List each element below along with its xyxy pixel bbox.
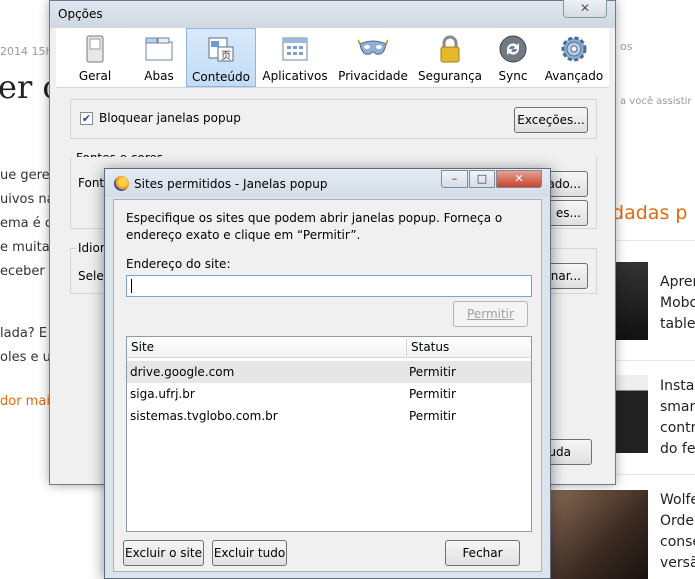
remove-all-button[interactable]: Excluir tudo bbox=[212, 540, 287, 566]
status-cell: Permitir bbox=[409, 365, 456, 379]
options-toolbar: Geral Abas 页 Conteúdo Aplicativos Privac… bbox=[56, 28, 609, 88]
column-header-site[interactable]: Site bbox=[131, 340, 154, 354]
block-popups-label: Bloquear janelas popup bbox=[99, 111, 241, 125]
article-text-line: lada? E bbox=[0, 326, 48, 341]
allowed-sites-dialog: Sites permitidos - Janelas popup – □ ✕ E… bbox=[104, 168, 551, 579]
article-text-line: uivos na bbox=[0, 192, 55, 207]
tab-abas[interactable]: Abas bbox=[131, 28, 187, 87]
exceptions-button[interactable]: Exceções... bbox=[514, 107, 588, 133]
article-link[interactable]: Instag smart contro do fe bbox=[660, 376, 695, 460]
tab-conteudo[interactable]: 页 Conteúdo bbox=[186, 28, 256, 87]
table-header: Site Status bbox=[127, 337, 531, 358]
table-row[interactable]: siga.ufrj.br Permitir bbox=[127, 383, 531, 405]
article-thumbnail[interactable] bbox=[548, 490, 648, 579]
remove-site-button[interactable]: Excluir o site bbox=[123, 540, 204, 566]
sync-icon bbox=[499, 35, 527, 63]
close-icon[interactable]: ✕ bbox=[496, 170, 542, 188]
tabs-icon bbox=[145, 37, 173, 61]
dialog-description: Especifique os sites que podem abrir jan… bbox=[126, 211, 503, 242]
article-link[interactable]: Apren Mobo tablet bbox=[660, 272, 695, 335]
table-row[interactable]: drive.google.com Permitir bbox=[127, 361, 531, 383]
popup-group: ✔ Bloquear janelas popup Exceções... bbox=[70, 99, 597, 139]
article-text-line: ema é c bbox=[0, 216, 53, 231]
gear-icon bbox=[561, 36, 587, 62]
applications-icon bbox=[282, 37, 308, 61]
status-cell: Permitir bbox=[409, 387, 456, 401]
minimize-icon[interactable]: – bbox=[441, 170, 468, 188]
read-more-link[interactable]: dor mai bbox=[0, 394, 50, 409]
dialog-body: Especifique os sites que podem abrir jan… bbox=[113, 199, 542, 572]
tab-sync[interactable]: Sync bbox=[487, 28, 539, 87]
tab-privacidade[interactable]: Privacidade bbox=[334, 28, 412, 87]
dialog-title: Sites permitidos - Janelas popup bbox=[134, 177, 328, 191]
firefox-icon bbox=[114, 176, 129, 191]
column-divider[interactable] bbox=[406, 339, 407, 356]
close-icon[interactable]: ✕ bbox=[563, 0, 607, 18]
article-text-line: ue gere bbox=[0, 168, 50, 183]
table-row[interactable]: sistemas.tvglobo.com.br Permitir bbox=[127, 405, 531, 427]
article-text-line: oles e ut bbox=[0, 350, 56, 365]
options-window-title: Opções bbox=[58, 7, 103, 21]
site-cell: drive.google.com bbox=[130, 365, 235, 379]
sidebar-subtext: a você assistir on bbox=[620, 96, 695, 107]
svg-text:页: 页 bbox=[221, 50, 231, 62]
options-titlebar[interactable]: Opções ✕ bbox=[50, 0, 615, 28]
tab-avancado[interactable]: Avançado bbox=[540, 28, 608, 87]
content-icon: 页 bbox=[208, 37, 234, 62]
site-cell: sistemas.tvglobo.com.br bbox=[130, 409, 278, 423]
text-caret bbox=[131, 279, 132, 293]
maximize-icon[interactable]: □ bbox=[469, 170, 495, 188]
switch-icon bbox=[86, 35, 104, 63]
tab-seguranca[interactable]: Segurança bbox=[413, 28, 487, 87]
article-link[interactable]: Wolfe Order conse versã bbox=[660, 490, 695, 574]
tab-aplicativos[interactable]: Aplicativos bbox=[257, 28, 333, 87]
article-text-line: e muita bbox=[0, 240, 50, 255]
dialog-titlebar[interactable]: Sites permitidos - Janelas popup – □ ✕ bbox=[105, 169, 550, 197]
allow-button[interactable]: Permitir bbox=[453, 301, 528, 327]
lock-icon bbox=[440, 35, 460, 63]
close-button[interactable]: Fechar bbox=[445, 540, 520, 566]
site-address-label: Endereço do site: bbox=[126, 257, 231, 271]
mask-icon bbox=[358, 39, 388, 55]
site-cell: siga.ufrj.br bbox=[130, 387, 195, 401]
column-header-status[interactable]: Status bbox=[411, 340, 449, 354]
sites-table[interactable]: Site Status drive.google.com Permitir si… bbox=[126, 336, 532, 532]
block-popups-checkbox[interactable]: ✔ bbox=[80, 112, 93, 125]
status-cell: Permitir bbox=[409, 409, 456, 423]
tab-geral[interactable]: Geral bbox=[59, 28, 131, 87]
sidebar-text: os bbox=[620, 40, 633, 53]
site-address-input[interactable] bbox=[126, 275, 532, 297]
